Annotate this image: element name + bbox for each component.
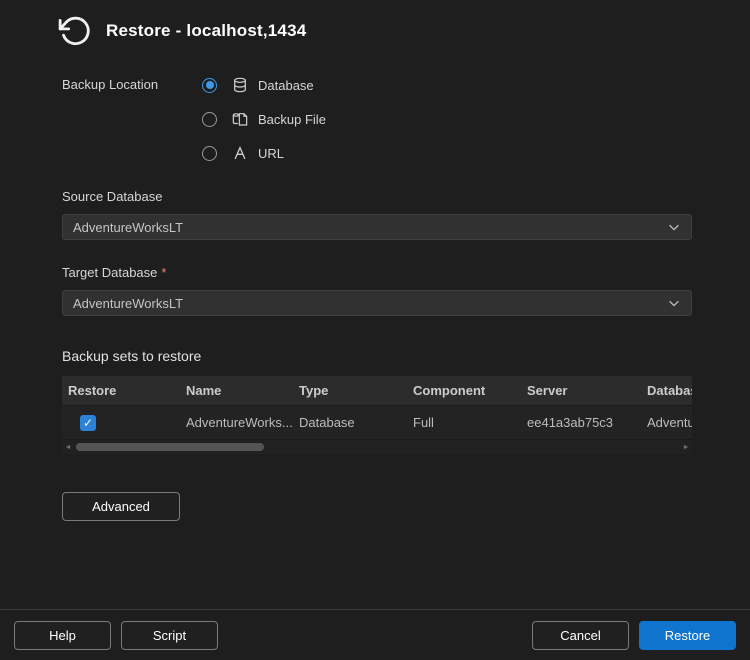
horizontal-scrollbar[interactable]: ◄ ► (62, 440, 692, 454)
backup-sets-label: Backup sets to restore (62, 348, 692, 364)
dialog-title: Restore - localhost,1434 (106, 21, 306, 41)
cell-type: Database (293, 415, 407, 430)
radio-option-database[interactable]: Database (202, 68, 326, 102)
restore-icon (58, 14, 92, 48)
table-row[interactable]: ✓ AdventureWorks... Database Full ee41a3… (62, 406, 692, 440)
radio-option-url[interactable]: URL (202, 136, 326, 170)
radio-label-database: Database (258, 78, 314, 93)
cell-component: Full (407, 415, 521, 430)
checkmark-icon: ✓ (83, 417, 93, 429)
column-header-database: Database (641, 383, 692, 398)
column-header-type: Type (293, 383, 407, 398)
target-database-dropdown[interactable]: AdventureWorksLT (62, 290, 692, 316)
table-header-row: Restore Name Type Component Server Datab… (62, 376, 692, 406)
cell-database: Adventu... (641, 415, 692, 430)
scrollbar-thumb[interactable] (76, 443, 264, 451)
column-header-server: Server (521, 383, 641, 398)
chevron-down-icon (667, 296, 681, 310)
help-button[interactable]: Help (14, 621, 111, 650)
advanced-button[interactable]: Advanced (62, 492, 180, 521)
backup-sets-table: Restore Name Type Component Server Datab… (62, 376, 692, 454)
scrollbar-track[interactable] (74, 443, 680, 451)
restore-checkbox[interactable]: ✓ (80, 415, 96, 431)
backup-file-icon (231, 111, 248, 128)
source-database-field: Source Database AdventureWorksLT (62, 188, 692, 240)
restore-button[interactable]: Restore (639, 621, 736, 650)
url-icon (231, 145, 248, 162)
cell-server: ee41a3ab75c3 (521, 415, 641, 430)
database-icon (231, 77, 248, 94)
radio-label-backup-file: Backup File (258, 112, 326, 127)
target-database-field: Target Database * AdventureWorksLT (62, 264, 692, 316)
radio-selected-icon[interactable] (202, 78, 217, 93)
radio-unselected-icon[interactable] (202, 146, 217, 161)
column-header-restore: Restore (62, 383, 180, 398)
radio-unselected-icon[interactable] (202, 112, 217, 127)
script-button[interactable]: Script (121, 621, 218, 650)
scroll-left-icon[interactable]: ◄ (62, 444, 74, 451)
cell-name: AdventureWorks... (180, 415, 293, 430)
cancel-button[interactable]: Cancel (532, 621, 629, 650)
source-database-value: AdventureWorksLT (73, 220, 183, 235)
chevron-down-icon (667, 220, 681, 234)
target-database-label: Target Database (62, 265, 157, 280)
column-header-name: Name (180, 383, 293, 398)
source-database-label: Source Database (62, 189, 162, 204)
scroll-right-icon[interactable]: ► (680, 444, 692, 451)
source-database-dropdown[interactable]: AdventureWorksLT (62, 214, 692, 240)
radio-option-backup-file[interactable]: Backup File (202, 102, 326, 136)
required-marker: * (161, 265, 166, 280)
column-header-component: Component (407, 383, 521, 398)
dialog-header: Restore - localhost,1434 (0, 0, 750, 48)
radio-label-url: URL (258, 146, 284, 161)
target-database-value: AdventureWorksLT (73, 296, 183, 311)
dialog-footer: Help Script Cancel Restore (0, 609, 750, 660)
backup-location-label: Backup Location (62, 68, 202, 170)
backup-location-group: Backup Location Database (62, 68, 692, 170)
